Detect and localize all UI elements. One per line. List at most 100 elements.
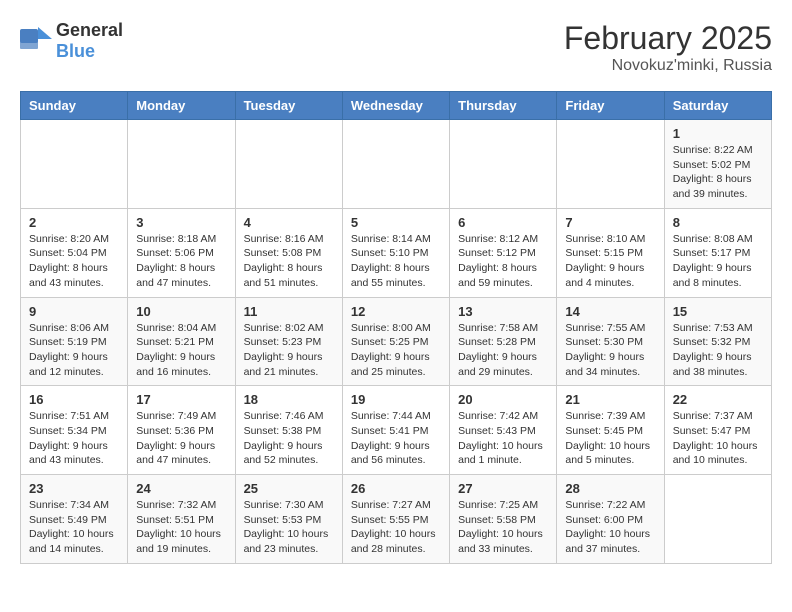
day-info: Sunrise: 7:42 AM Sunset: 5:43 PM Dayligh… — [458, 409, 548, 468]
day-number: 5 — [351, 215, 441, 230]
day-info: Sunrise: 8:16 AM Sunset: 5:08 PM Dayligh… — [244, 232, 334, 291]
day-cell — [664, 475, 771, 564]
day-info: Sunrise: 7:30 AM Sunset: 5:53 PM Dayligh… — [244, 498, 334, 557]
day-info: Sunrise: 7:22 AM Sunset: 6:00 PM Dayligh… — [565, 498, 655, 557]
day-cell: 1 Sunrise: 8:22 AM Sunset: 5:02 PM Daylig… — [664, 120, 771, 209]
day-info: Sunrise: 7:39 AM Sunset: 5:45 PM Dayligh… — [565, 409, 655, 468]
day-info: Sunrise: 7:44 AM Sunset: 5:41 PM Dayligh… — [351, 409, 441, 468]
day-cell: 28 Sunrise: 7:22 AM Sunset: 6:00 PM Dayli… — [557, 475, 664, 564]
day-info: Sunrise: 8:00 AM Sunset: 5:25 PM Dayligh… — [351, 321, 441, 380]
day-info: Sunrise: 7:27 AM Sunset: 5:55 PM Dayligh… — [351, 498, 441, 557]
calendar-title: February 2025 — [564, 20, 772, 57]
day-cell: 13Sunrise: 7:58 AM Sunset: 5:28 PM Dayli… — [450, 297, 557, 386]
day-number: 17 — [136, 392, 226, 407]
calendar-subtitle: Novokuz'minki, Russia — [564, 57, 772, 75]
day-info: Sunrise: 8:14 AM Sunset: 5:10 PM Dayligh… — [351, 232, 441, 291]
day-cell: 16 Sunrise: 7:51 AM Sunset: 5:34 PM Dayli… — [21, 386, 128, 475]
day-number: 7 — [565, 215, 655, 230]
day-number: 6 — [458, 215, 548, 230]
logo-blue: Blue — [56, 41, 95, 61]
day-info: Sunrise: 8:08 AM Sunset: 5:17 PM Dayligh… — [673, 232, 763, 291]
day-number: 18 — [244, 392, 334, 407]
week-row-1: 1 Sunrise: 8:22 AM Sunset: 5:02 PM Daylig… — [21, 120, 772, 209]
logo-text: General Blue — [56, 20, 123, 62]
day-cell — [557, 120, 664, 209]
day-info: Sunrise: 7:34 AM Sunset: 5:49 PM Dayligh… — [29, 498, 119, 557]
day-cell — [128, 120, 235, 209]
day-info: Sunrise: 7:37 AM Sunset: 5:47 PM Dayligh… — [673, 409, 763, 468]
day-cell: 22 Sunrise: 7:37 AM Sunset: 5:47 PM Dayli… — [664, 386, 771, 475]
calendar-table: SundayMondayTuesdayWednesdayThursdayFrid… — [20, 91, 772, 564]
day-info: Sunrise: 7:32 AM Sunset: 5:51 PM Dayligh… — [136, 498, 226, 557]
day-cell: 25 Sunrise: 7:30 AM Sunset: 5:53 PM Dayli… — [235, 475, 342, 564]
column-header-saturday: Saturday — [664, 92, 771, 120]
column-header-tuesday: Tuesday — [235, 92, 342, 120]
day-info: Sunrise: 8:10 AM Sunset: 5:15 PM Dayligh… — [565, 232, 655, 291]
day-number: 28 — [565, 481, 655, 496]
day-cell: 23 Sunrise: 7:34 AM Sunset: 5:49 PM Dayli… — [21, 475, 128, 564]
week-row-3: 9 Sunrise: 8:06 AM Sunset: 5:19 PM Daylig… — [21, 297, 772, 386]
day-cell: 10 Sunrise: 8:04 AM Sunset: 5:21 PM Dayli… — [128, 297, 235, 386]
day-cell: 7 Sunrise: 8:10 AM Sunset: 5:15 PM Daylig… — [557, 208, 664, 297]
day-number: 14 — [565, 304, 655, 319]
day-info: Sunrise: 8:12 AM Sunset: 5:12 PM Dayligh… — [458, 232, 548, 291]
day-cell: 15 Sunrise: 7:53 AM Sunset: 5:32 PM Dayli… — [664, 297, 771, 386]
day-number: 26 — [351, 481, 441, 496]
day-info: Sunrise: 7:51 AM Sunset: 5:34 PM Dayligh… — [29, 409, 119, 468]
day-number: 1 — [673, 126, 763, 141]
day-info: Sunrise: 8:20 AM Sunset: 5:04 PM Dayligh… — [29, 232, 119, 291]
day-cell: 9 Sunrise: 8:06 AM Sunset: 5:19 PM Daylig… — [21, 297, 128, 386]
day-info: Sunrise: 7:49 AM Sunset: 5:36 PM Dayligh… — [136, 409, 226, 468]
day-cell: 12 Sunrise: 8:00 AM Sunset: 5:25 PM Dayli… — [342, 297, 449, 386]
day-cell: 17 Sunrise: 7:49 AM Sunset: 5:36 PM Dayli… — [128, 386, 235, 475]
logo: General Blue — [20, 20, 123, 62]
column-header-sunday: Sunday — [21, 92, 128, 120]
page-header: General Blue February 2025 Novokuz'minki… — [20, 20, 772, 75]
day-number: 23 — [29, 481, 119, 496]
day-number: 24 — [136, 481, 226, 496]
day-cell — [342, 120, 449, 209]
day-number: 27 — [458, 481, 548, 496]
logo-icon — [20, 25, 52, 58]
day-number: 22 — [673, 392, 763, 407]
day-cell — [235, 120, 342, 209]
column-header-wednesday: Wednesday — [342, 92, 449, 120]
day-number: 19 — [351, 392, 441, 407]
day-info: Sunrise: 8:04 AM Sunset: 5:21 PM Dayligh… — [136, 321, 226, 380]
day-info: Sunrise: 8:02 AM Sunset: 5:23 PM Dayligh… — [244, 321, 334, 380]
day-cell: 4 Sunrise: 8:16 AM Sunset: 5:08 PM Daylig… — [235, 208, 342, 297]
day-cell: 11Sunrise: 8:02 AM Sunset: 5:23 PM Dayli… — [235, 297, 342, 386]
header-row: SundayMondayTuesdayWednesdayThursdayFrid… — [21, 92, 772, 120]
day-cell — [21, 120, 128, 209]
day-cell: 20 Sunrise: 7:42 AM Sunset: 5:43 PM Dayli… — [450, 386, 557, 475]
day-info: Sunrise: 7:46 AM Sunset: 5:38 PM Dayligh… — [244, 409, 334, 468]
day-number: 4 — [244, 215, 334, 230]
week-row-5: 23 Sunrise: 7:34 AM Sunset: 5:49 PM Dayli… — [21, 475, 772, 564]
day-info: Sunrise: 8:06 AM Sunset: 5:19 PM Dayligh… — [29, 321, 119, 380]
day-cell: 3Sunrise: 8:18 AM Sunset: 5:06 PM Daylig… — [128, 208, 235, 297]
day-cell: 2 Sunrise: 8:20 AM Sunset: 5:04 PM Daylig… — [21, 208, 128, 297]
day-number: 12 — [351, 304, 441, 319]
day-number: 15 — [673, 304, 763, 319]
day-number: 16 — [29, 392, 119, 407]
day-cell — [450, 120, 557, 209]
day-number: 10 — [136, 304, 226, 319]
day-number: 3 — [136, 215, 226, 230]
day-number: 20 — [458, 392, 548, 407]
day-cell: 27Sunrise: 7:25 AM Sunset: 5:58 PM Dayli… — [450, 475, 557, 564]
title-area: February 2025 Novokuz'minki, Russia — [564, 20, 772, 75]
day-cell: 6 Sunrise: 8:12 AM Sunset: 5:12 PM Daylig… — [450, 208, 557, 297]
day-cell: 5 Sunrise: 8:14 AM Sunset: 5:10 PM Daylig… — [342, 208, 449, 297]
day-number: 8 — [673, 215, 763, 230]
day-number: 9 — [29, 304, 119, 319]
day-number: 25 — [244, 481, 334, 496]
day-cell: 24 Sunrise: 7:32 AM Sunset: 5:51 PM Dayli… — [128, 475, 235, 564]
day-cell: 18 Sunrise: 7:46 AM Sunset: 5:38 PM Dayli… — [235, 386, 342, 475]
day-number: 2 — [29, 215, 119, 230]
logo-general: General — [56, 20, 123, 40]
column-header-monday: Monday — [128, 92, 235, 120]
day-info: Sunrise: 7:53 AM Sunset: 5:32 PM Dayligh… — [673, 321, 763, 380]
day-cell: 14Sunrise: 7:55 AM Sunset: 5:30 PM Dayli… — [557, 297, 664, 386]
day-info: Sunrise: 8:22 AM Sunset: 5:02 PM Dayligh… — [673, 143, 763, 202]
day-cell: 8 Sunrise: 8:08 AM Sunset: 5:17 PM Daylig… — [664, 208, 771, 297]
